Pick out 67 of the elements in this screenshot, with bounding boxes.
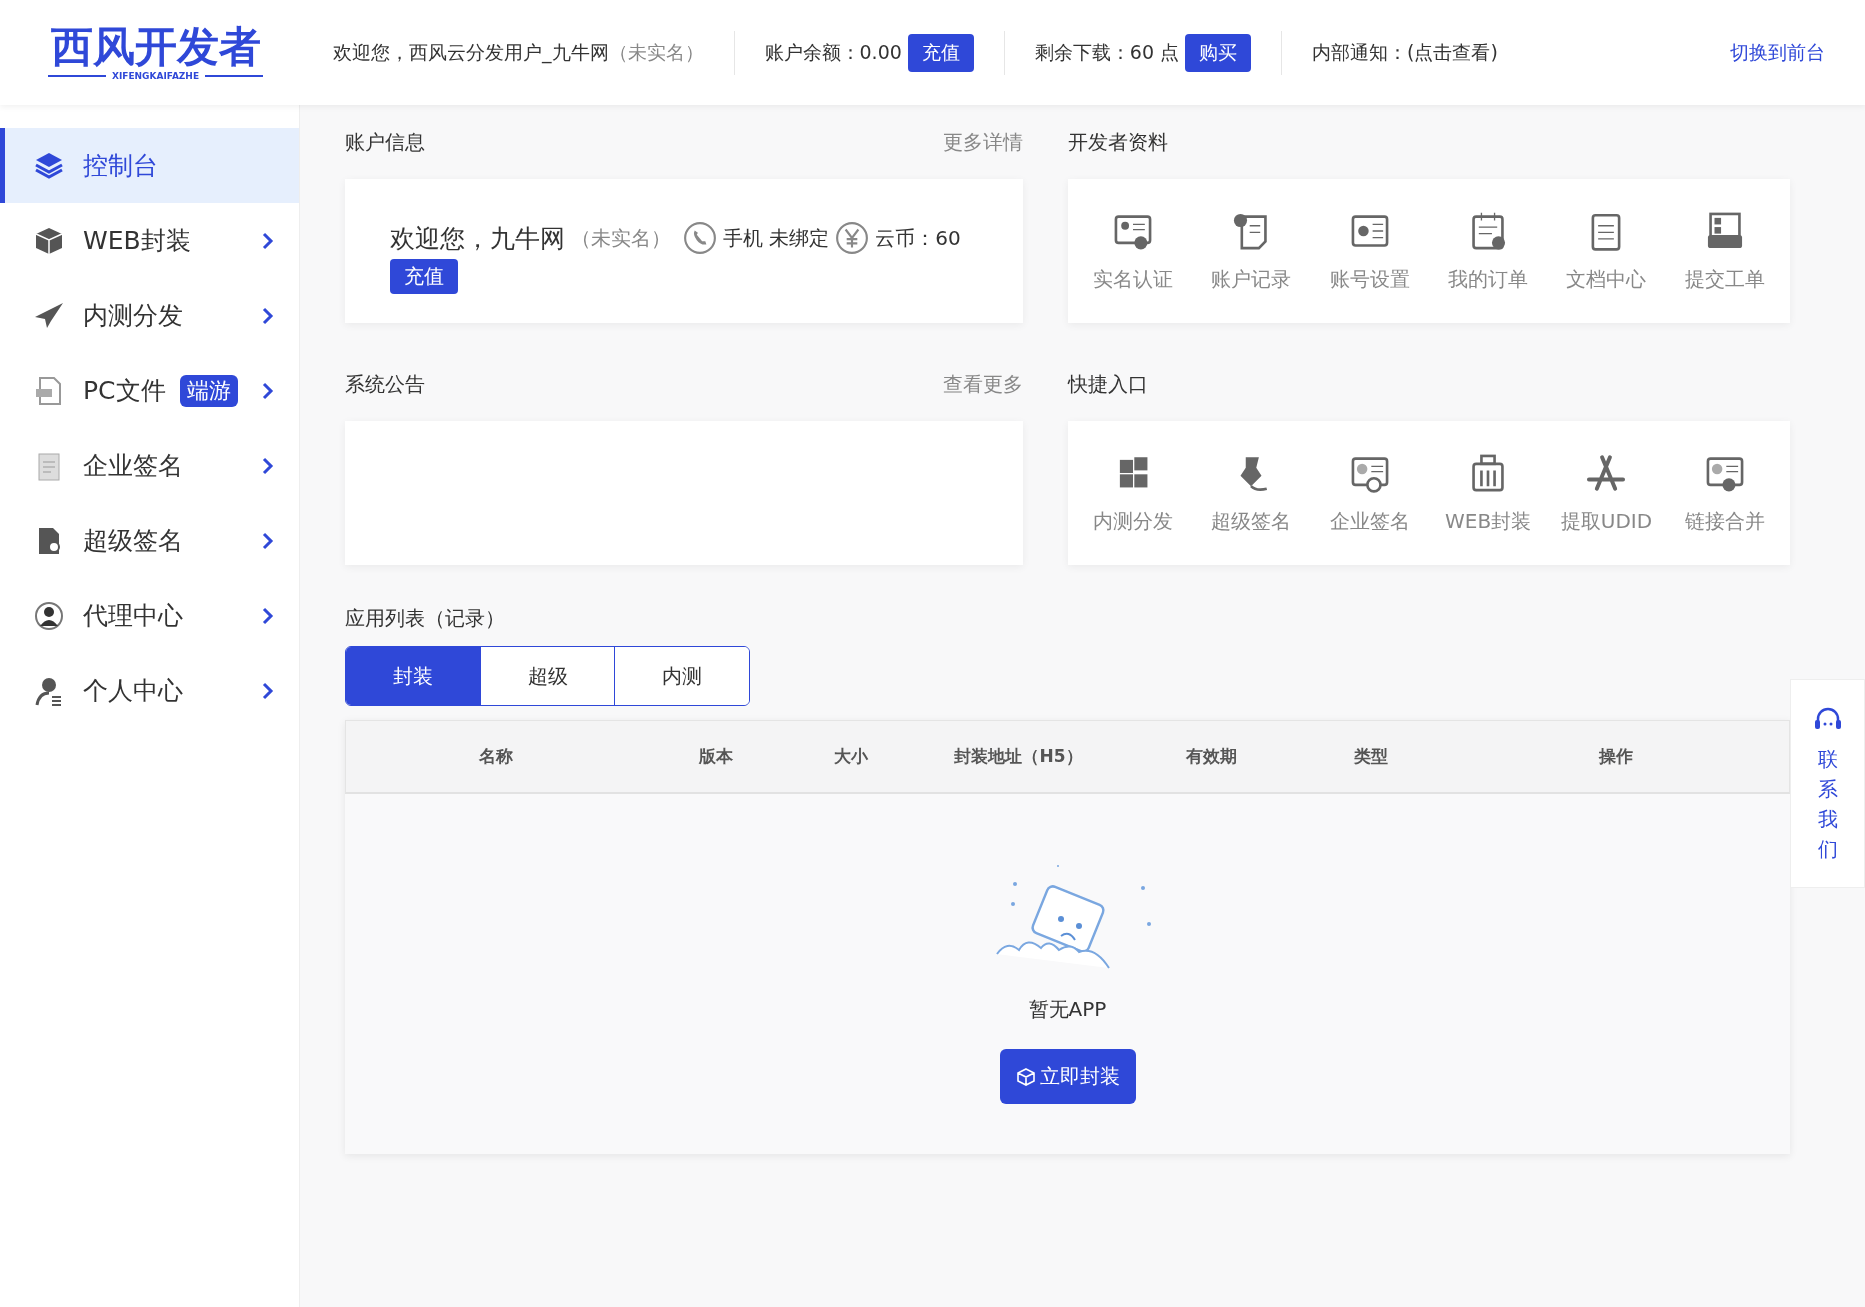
sidebar-item[interactable]: 企业签名 [0,428,299,503]
column-header: 版本 [698,745,734,768]
phone-icon [683,221,717,255]
logo-subtitle: XIFENGKAIFAZHE [111,70,200,81]
sidebar-item[interactable]: 内测分发 [0,278,299,353]
sidebar-label: 个人中心 [83,675,183,707]
shortcut-link[interactable]: 提交工单 [1665,209,1784,293]
shortcut-link[interactable]: WEB封装 [1429,451,1548,535]
contact-panel[interactable]: 联系我们 [1790,679,1865,888]
shortcut-link[interactable]: 文档中心 [1547,209,1666,293]
shortcut-link[interactable]: 企业签名 [1310,451,1429,535]
downloads-text: 剩余下载：60 点 [1034,39,1180,65]
column-header: 有效期 [1184,745,1238,768]
shortcut-link[interactable]: 我的订单 [1429,209,1548,293]
sidebar-badge: 端游 [179,374,238,407]
sidebar-item[interactable]: 超级签名 [0,503,299,578]
sidebar-item[interactable]: WEB封装 [0,203,299,278]
sidebar-item[interactable]: 代理中心 [0,578,299,653]
shortcut-link[interactable]: 链接合并 [1665,451,1784,535]
sidebar-label: 企业签名 [83,450,183,482]
person-circle-icon [33,599,65,632]
verification-status: （未实名） [608,39,704,65]
empty-message: 暂无APP [1028,996,1107,1023]
sidebar-item[interactable]: 个人中心 [0,653,299,728]
box-icon [1015,1066,1036,1087]
tab[interactable]: 封装 [346,647,481,705]
sidebar-label: PC文件 [83,375,166,407]
sidebar-label: 超级签名 [83,525,183,557]
welcome-text: 欢迎您，西风云分发用户_九牛网 [333,39,609,66]
shortcut-link[interactable]: 账号设置 [1310,209,1429,293]
sidebar-label: WEB封装 [83,225,191,257]
wrap-now-button[interactable]: 立即封装 [999,1049,1136,1104]
tab[interactable]: 内测 [615,647,749,705]
column-header: 大小 [833,745,869,768]
balance-text: 账户余额：0.00 [764,39,902,65]
shortcut-link[interactable]: 超级签名 [1192,451,1311,535]
tab[interactable]: 超级 [480,647,616,705]
shortcut-link[interactable]: 提取UDID [1547,451,1666,535]
switch-frontend-link[interactable]: 切换到前台 [1730,39,1825,66]
shortcut-link[interactable]: 账户记录 [1192,209,1311,293]
column-header: 名称 [478,745,514,768]
shortcut-link[interactable]: 内测分发 [1074,451,1193,535]
yen-icon [835,221,870,255]
logo-title: 西风开发者 [50,24,261,71]
verification-status: （未实名） [571,224,671,252]
phone-status: 手机 未绑定 [723,224,830,252]
sidebar-label: 控制台 [83,150,158,182]
sidebar-label: 内测分发 [83,300,183,332]
sidebar-label: 代理中心 [83,600,183,632]
section-title: 快捷入口 [1068,370,1148,398]
column-header: 类型 [1353,745,1389,768]
section-title: 系统公告 [345,370,425,398]
column-header: 封装地址（H5） [953,745,1084,768]
section-title: 账户信息 [345,128,425,156]
section-title: 应用列表（记录） [345,605,506,632]
section-title: 开发者资料 [1068,128,1168,156]
recharge-button[interactable]: 充值 [390,259,458,294]
coins-text: 云币：60 [875,224,961,252]
column-header: 操作 [1597,745,1634,768]
buy-button[interactable]: 购买 [1185,33,1252,72]
contact-us-text: 联系我们 [1817,746,1838,863]
notice-link[interactable]: 内部通知：(点击查看) [1312,39,1498,66]
greeting-text: 欢迎您，九牛网 [390,222,565,255]
sidebar-item[interactable]: 控制台 [0,128,299,203]
sidebar-item[interactable]: PC文件 端游 [0,353,299,428]
shortcut-link[interactable]: 实名认证 [1074,209,1193,293]
recharge-button[interactable]: 充值 [907,33,974,72]
